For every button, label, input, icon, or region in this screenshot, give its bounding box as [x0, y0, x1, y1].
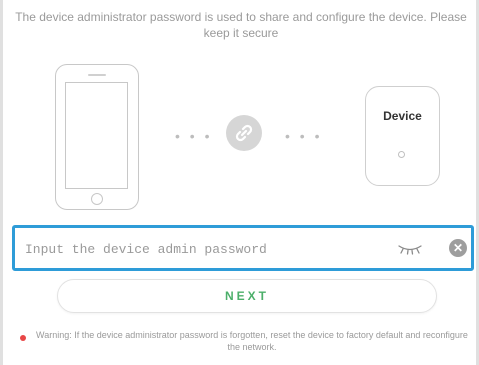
link-icon — [226, 115, 262, 151]
device-label: Device — [383, 109, 422, 123]
phone-screen — [65, 82, 128, 189]
warning-dot-icon — [20, 335, 26, 341]
device-illustration: Device — [365, 86, 440, 186]
phone-illustration — [55, 64, 139, 210]
phone-home-button — [91, 193, 103, 205]
password-input[interactable] — [23, 236, 387, 262]
clear-icon[interactable]: ✕ — [449, 239, 467, 257]
frame-border-left — [0, 0, 3, 365]
intro-text: The device administrator password is use… — [15, 10, 467, 40]
eye-closed-icon[interactable] — [397, 242, 423, 261]
device-indicator — [398, 151, 405, 158]
phone-speaker — [88, 74, 106, 76]
warning-text: Warning: If the device administrator pas… — [36, 330, 468, 352]
connection-dots-left: • • • — [175, 128, 213, 144]
password-field[interactable]: ✕ — [12, 225, 474, 271]
connection-dots-right: • • • — [285, 128, 323, 144]
next-button[interactable]: NEXT — [57, 279, 437, 313]
